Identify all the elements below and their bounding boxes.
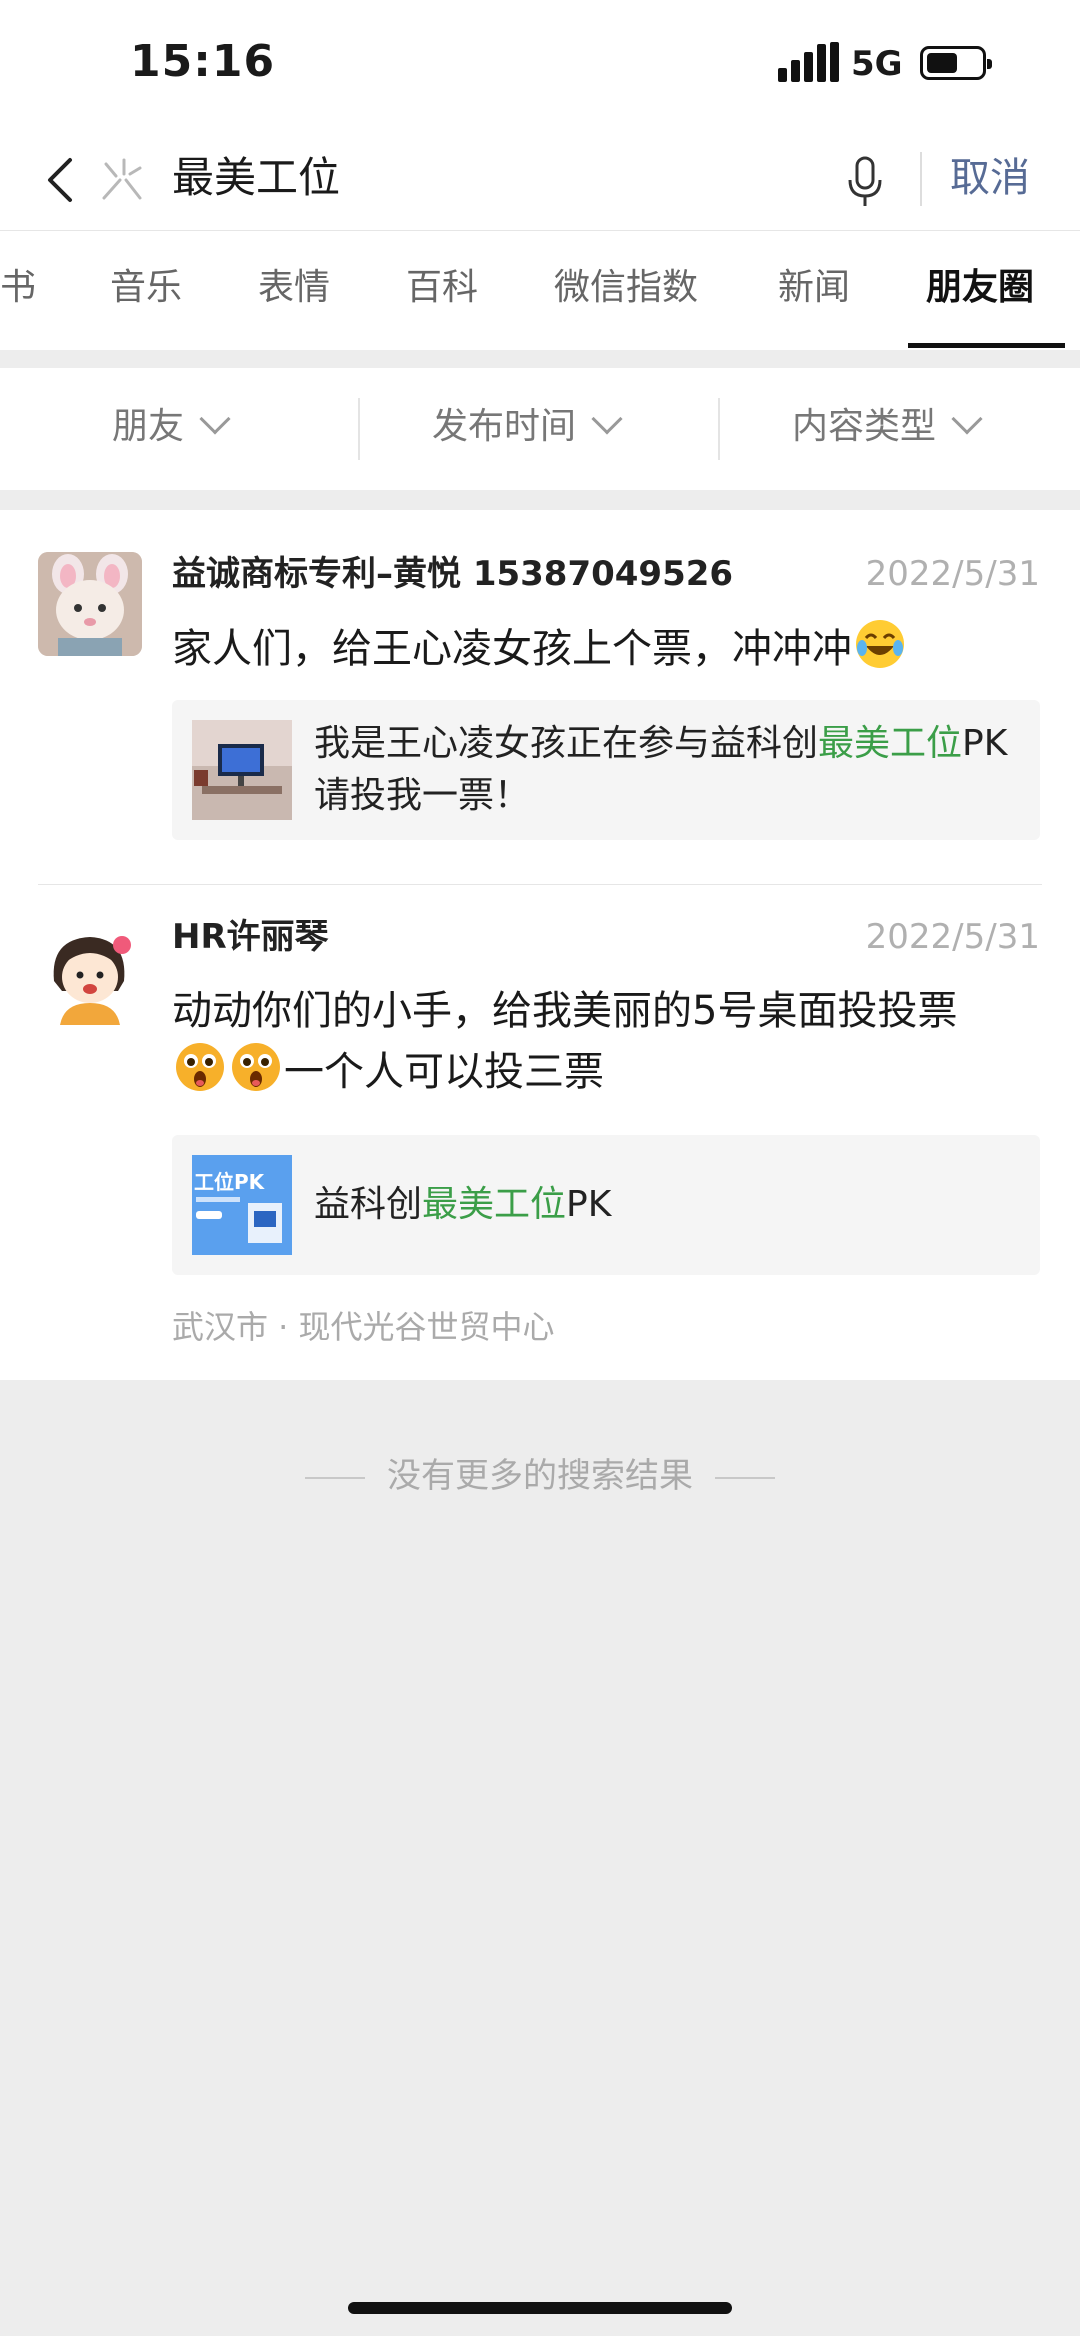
- network-type: 5G: [851, 44, 903, 84]
- active-tab-indicator: [908, 343, 1065, 348]
- card-text: 益科创最美工位PK: [314, 1179, 1014, 1231]
- card-thumbnail: 工位PK: [192, 1155, 292, 1255]
- filter-friends[interactable]: 朋友: [112, 402, 231, 452]
- post-text-line2: 一个人可以投三票: [172, 1041, 1042, 1102]
- tab-books[interactable]: 书: [0, 263, 36, 313]
- category-tabs: 书 音乐 表情 百科 微信指数 新闻 朋友圈: [0, 230, 1080, 350]
- home-indicator[interactable]: [348, 2302, 732, 2314]
- battery-icon: [920, 46, 992, 80]
- back-icon[interactable]: [38, 152, 88, 208]
- divider: [715, 1476, 775, 1479]
- divider: [358, 398, 360, 460]
- laughing-tears-emoji-icon: [856, 620, 904, 668]
- avatar[interactable]: [38, 552, 142, 656]
- filter-content-type-label: 内容类型: [792, 406, 937, 447]
- surprised-face-emoji-icon: [176, 1043, 224, 1091]
- link-card[interactable]: 我是王心凌女孩正在参与益科创最美工位PK请投我一票！: [172, 700, 1040, 840]
- post-date: 2022/5/31: [865, 554, 1040, 594]
- card-highlight: 最美工位: [422, 1184, 567, 1225]
- cancel-button[interactable]: 取消: [950, 148, 1030, 208]
- status-time: 15:16: [130, 36, 276, 87]
- post-text: 动动你们的小手，给我美丽的5号桌面投投票 一个人可以投三票: [172, 981, 1042, 1102]
- card-thumbnail: [192, 720, 292, 820]
- card-highlight: 最美工位: [818, 723, 963, 764]
- author-name[interactable]: HR许丽琴: [172, 913, 329, 961]
- filter-publish-time[interactable]: 发布时间: [432, 402, 623, 452]
- tab-encyclopedia[interactable]: 百科: [406, 263, 478, 313]
- filter-bar: 朋友 发布时间 内容类型: [0, 368, 1080, 490]
- card-text-after: PK: [566, 1184, 612, 1225]
- avatar[interactable]: [38, 921, 142, 1025]
- wechat-search-logo-icon: [102, 158, 142, 200]
- card-text-before: 益科创: [314, 1184, 423, 1225]
- search-input[interactable]: 最美工位: [172, 148, 340, 208]
- status-bar: 15:16 5G: [0, 0, 1080, 130]
- tab-wechat-index[interactable]: 微信指数: [554, 263, 698, 313]
- card-text: 我是王心凌女孩正在参与益科创最美工位PK请投我一票！: [314, 718, 1014, 822]
- signal-icon: [778, 42, 840, 82]
- search-results: 益诚商标专利–黄悦 15387049526 2022/5/31 家人们，给王心凌…: [0, 510, 1080, 1380]
- post-location[interactable]: 武汉市 · 现代光谷世贸中心: [172, 1303, 555, 1351]
- card-text-before: 我是王心凌女孩正在参与益科创: [314, 723, 819, 764]
- author-name[interactable]: 益诚商标专利–黄悦 15387049526: [172, 550, 733, 598]
- surprised-face-emoji-icon: [232, 1043, 280, 1091]
- post-text-line1: 动动你们的小手，给我美丽的5号桌面投投票: [172, 988, 958, 1034]
- divider: [718, 398, 720, 460]
- no-more-results: 没有更多的搜索结果: [0, 1446, 1080, 1506]
- card-thumb-caption: 工位PK: [194, 1170, 266, 1194]
- post-date: 2022/5/31: [865, 917, 1040, 957]
- filter-friends-label: 朋友: [112, 406, 185, 447]
- no-more-results-label: 没有更多的搜索结果: [387, 1456, 693, 1496]
- tab-moments[interactable]: 朋友圈: [926, 263, 1034, 313]
- post-text-line2-body: 一个人可以投三票: [284, 1049, 604, 1095]
- tab-stickers[interactable]: 表情: [258, 263, 330, 313]
- filter-content-type[interactable]: 内容类型: [792, 402, 983, 452]
- chevron-down-icon: [951, 403, 983, 435]
- tab-news[interactable]: 新闻: [778, 263, 850, 313]
- post-text-body: 家人们，给王心凌女孩上个票，冲冲冲: [172, 626, 852, 672]
- moment-post[interactable]: HR许丽琴 2022/5/31 动动你们的小手，给我美丽的5号桌面投投票 一个人…: [0, 885, 1080, 1380]
- divider: [305, 1476, 365, 1479]
- microphone-icon[interactable]: [842, 152, 888, 212]
- link-card[interactable]: 工位PK 益科创最美工位PK: [172, 1135, 1040, 1275]
- chevron-down-icon: [199, 403, 231, 435]
- tab-music[interactable]: 音乐: [110, 263, 182, 313]
- search-bar: 最美工位 取消: [0, 130, 1080, 230]
- post-text: 家人们，给王心凌女孩上个票，冲冲冲: [172, 618, 1042, 679]
- filter-publish-time-label: 发布时间: [432, 406, 577, 447]
- chevron-down-icon: [591, 403, 623, 435]
- moment-post[interactable]: 益诚商标专利–黄悦 15387049526 2022/5/31 家人们，给王心凌…: [0, 510, 1080, 885]
- divider: [920, 152, 922, 206]
